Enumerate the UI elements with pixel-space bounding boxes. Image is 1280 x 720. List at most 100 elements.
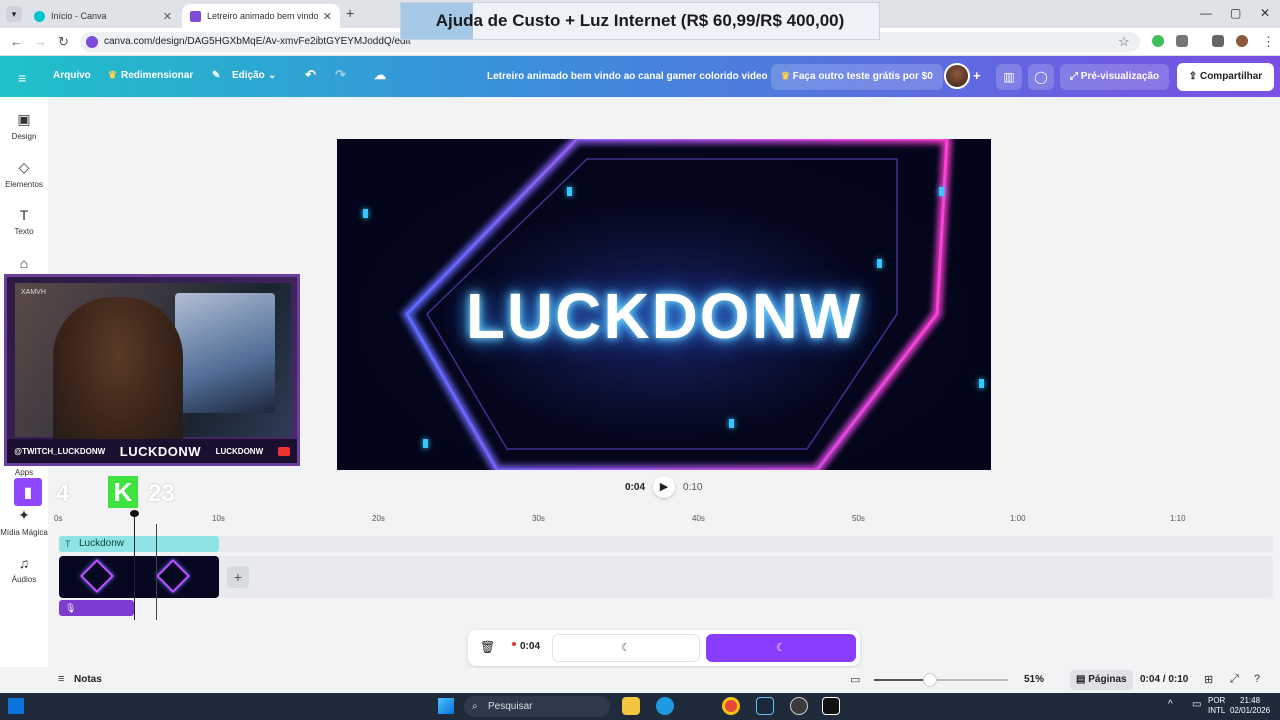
trash-icon[interactable]: 🗑 xyxy=(480,640,495,654)
share-label: Compartilhar xyxy=(1199,71,1263,82)
share-button[interactable]: ⇪ Compartilhar xyxy=(1177,63,1274,91)
sidebar-item-text[interactable]: T Texto xyxy=(0,207,48,236)
maximize-icon[interactable]: ▢ xyxy=(1230,6,1241,20)
forward-icon[interactable]: → xyxy=(34,34,47,49)
text-icon: T xyxy=(65,539,71,549)
canva-favicon-icon xyxy=(190,10,201,22)
chevron-down-icon[interactable]: ⌄ xyxy=(268,70,276,81)
tab-close-icon[interactable]: ✕ xyxy=(323,10,332,23)
ruler-tick: 10s xyxy=(212,514,225,523)
primary-loading-button[interactable]: ☾ xyxy=(706,634,856,662)
close-window-icon[interactable]: ✕ xyxy=(1260,6,1270,20)
windows-start-icon[interactable] xyxy=(438,698,454,714)
sidebar-item-elements[interactable]: ◇ Elementos xyxy=(0,159,48,189)
browser-menu-icon[interactable]: ⋮ xyxy=(1262,34,1275,50)
trial-label: Faça outro teste grátis por $0 xyxy=(792,71,933,82)
particle xyxy=(877,259,882,268)
playhead[interactable] xyxy=(130,510,139,620)
tab-inicio[interactable]: Início - Canva ✕ xyxy=(26,4,180,28)
tab-letreiro[interactable]: Letreiro animado bem vindo ✕ xyxy=(182,4,340,28)
redo-icon[interactable]: ↷ xyxy=(335,67,346,83)
canva-favicon-icon xyxy=(34,10,45,22)
free-trial-button[interactable]: ♛ Faça outro teste grátis por $0 xyxy=(771,64,943,90)
canva-header: ≡ Arquivo ♛ Redimensionar ✎ Edição ⌄ ↶ ↷… xyxy=(0,56,1280,97)
resize-button[interactable]: Redimensionar xyxy=(121,70,193,81)
network-icon[interactable]: ▭ xyxy=(1192,700,1201,710)
steam-icon[interactable] xyxy=(756,697,774,715)
add-collaborator-icon[interactable]: + xyxy=(973,68,981,83)
new-tab-button[interactable]: + xyxy=(346,5,354,21)
user-avatar[interactable] xyxy=(944,63,970,89)
secondary-loading-button[interactable]: ☾ xyxy=(552,634,700,662)
language-indicator[interactable]: POR INTL xyxy=(1208,696,1225,716)
grid-view-icon[interactable]: ⊞ xyxy=(1204,673,1213,686)
hamburger-icon[interactable]: ≡ xyxy=(18,70,26,86)
text-track-clip[interactable]: T Luckdonw xyxy=(59,536,219,552)
ruler-tick: 20s xyxy=(372,514,385,523)
canvas-headline[interactable]: LUCKDONW xyxy=(337,279,991,353)
windows-taskbar: ⌕ Pesquisar ^ ▭ POR INTL 21:48 02/01/202… xyxy=(0,693,1280,720)
profile-avatar[interactable] xyxy=(1236,35,1248,47)
add-page-button[interactable]: + xyxy=(227,566,249,588)
reload-icon[interactable]: ↻ xyxy=(58,34,69,50)
undo-icon[interactable]: ↶ xyxy=(305,67,316,83)
back-icon[interactable]: ← xyxy=(10,34,23,49)
bookmark-star-icon[interactable]: ☆ xyxy=(1118,34,1130,50)
preview-button[interactable]: ⤢ Pré-visualização xyxy=(1060,64,1170,90)
obs-icon[interactable] xyxy=(790,697,808,715)
presenter-icon[interactable]: ▭ xyxy=(850,673,860,686)
extension-icon[interactable] xyxy=(1152,35,1164,47)
video-track-clip[interactable] xyxy=(59,556,219,598)
language-bottom: INTL xyxy=(1208,706,1226,715)
microphone-icon: 🎙 xyxy=(65,603,77,613)
chrome-icon[interactable] xyxy=(722,697,740,715)
site-info-icon[interactable] xyxy=(86,36,98,48)
clip-thumbnail xyxy=(156,559,190,593)
download-icon[interactable] xyxy=(1212,35,1224,47)
notes-button[interactable]: Notas xyxy=(74,674,102,685)
play-icon[interactable]: ▶ xyxy=(653,476,676,498)
cloud-save-icon[interactable]: ☁ xyxy=(374,68,386,82)
taskbar-search-label: Pesquisar xyxy=(488,701,533,712)
tab-search-icon[interactable]: ▾ xyxy=(6,6,22,22)
sidebar-item-audio[interactable]: ♫ Áudios xyxy=(0,555,48,584)
zoom-slider-knob[interactable] xyxy=(923,673,937,687)
sidebar-item-design[interactable]: ▣ Design xyxy=(0,111,48,141)
comment-icon[interactable]: ◯ xyxy=(1028,64,1054,90)
help-icon[interactable]: ? xyxy=(1254,673,1260,685)
twitch-icon: ▮ xyxy=(14,478,42,506)
brand-icon: ⌂ xyxy=(19,255,29,271)
sidebar-item-label: Apps xyxy=(14,468,34,477)
sidebar-item-magic-media[interactable]: ✦ Mídia Mágica xyxy=(0,507,48,537)
zoom-value[interactable]: 51% xyxy=(1024,674,1044,685)
sidebar-item-brand[interactable]: ⌂ xyxy=(0,255,48,275)
timeline-ruler[interactable]: 0s 10s 20s 30s 40s 50s 1:00 1:10 xyxy=(50,512,1280,526)
analytics-icon[interactable]: ▥ xyxy=(996,64,1022,90)
sidebar-item-label: Design xyxy=(11,132,37,141)
file-menu-button[interactable]: Arquivo xyxy=(53,70,91,81)
minimize-icon[interactable]: — xyxy=(1200,6,1212,20)
edge-icon[interactable] xyxy=(656,697,674,715)
extensions-puzzle-icon[interactable] xyxy=(1176,35,1188,47)
pages-button[interactable]: ▤ Páginas xyxy=(1070,670,1133,690)
ruler-tick: 40s xyxy=(692,514,705,523)
playback-controls: 0:04 ▶ 0:10 xyxy=(625,476,702,498)
clock[interactable]: 21:48 02/01/2026 xyxy=(1230,696,1270,716)
edit-mode-button[interactable]: Edição xyxy=(232,70,265,81)
design-canvas[interactable]: LUCKDONW xyxy=(337,139,991,470)
magic-media-icon: ✦ xyxy=(18,507,30,523)
banner-text: Ajuda de Custo + Luz Internet (R$ 60,99/… xyxy=(435,11,845,30)
tray-chevron-icon[interactable]: ^ xyxy=(1168,700,1173,710)
design-title[interactable]: Letreiro animado bem vindo ao canal game… xyxy=(487,71,768,82)
page-time: 0:04 / 0:10 xyxy=(1140,674,1189,685)
widgets-icon[interactable] xyxy=(8,698,24,714)
audio-track-clip[interactable]: 🎙 xyxy=(59,600,134,616)
sidebar-item-apps[interactable]: Apps xyxy=(0,468,48,477)
editor-footer: ≡ Notas ▭ 51% ▤ Páginas 0:04 / 0:10 ⊞ ⤢ … xyxy=(48,668,1280,692)
capcut-icon[interactable] xyxy=(822,697,840,715)
tab-close-icon[interactable]: ✕ xyxy=(163,10,172,23)
zoom-slider[interactable] xyxy=(874,673,1008,687)
file-explorer-icon[interactable] xyxy=(622,697,640,715)
fullscreen-icon[interactable]: ⤢ xyxy=(1230,673,1239,686)
taskbar-search[interactable]: ⌕ Pesquisar xyxy=(464,696,610,717)
